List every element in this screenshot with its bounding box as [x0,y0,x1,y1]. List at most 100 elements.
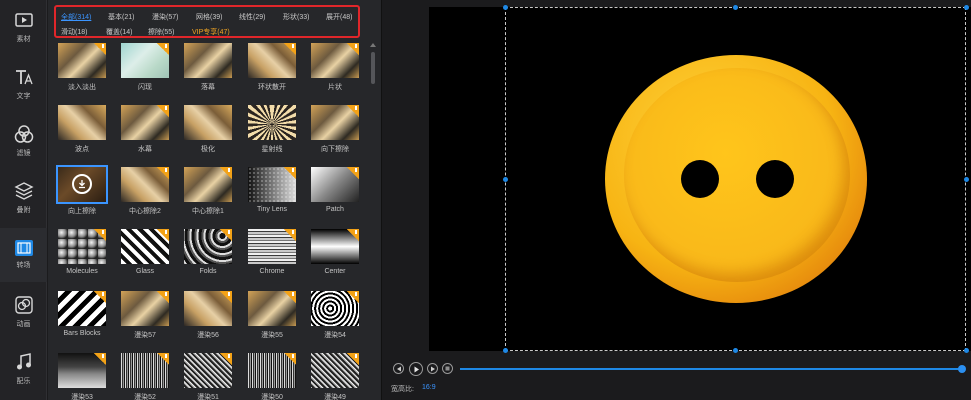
download-badge-icon [347,105,359,117]
transition-thumbnail[interactable] [56,165,108,204]
transition-thumbnail[interactable] [121,105,169,140]
transition-thumbnail[interactable] [311,291,359,326]
rail-item-filter[interactable]: 滤镜 [0,114,47,168]
download-badge-icon [284,291,296,303]
category-all[interactable]: 全部(314) [61,12,91,22]
playback-timeline[interactable] [460,368,960,370]
category-shape[interactable]: 形状(33) [283,12,309,22]
stop-button[interactable] [442,363,453,374]
transition-thumbnail[interactable] [121,291,169,326]
timeline-playhead[interactable] [958,365,966,373]
text-icon [14,67,34,87]
transition-thumbnail[interactable] [311,353,359,388]
resize-handle-top-left[interactable] [503,5,508,10]
transition-thumbnail[interactable] [121,43,169,78]
layers-icon [13,181,34,201]
panel-scrollbar[interactable] [369,44,377,396]
transition-thumbnail[interactable] [121,229,169,264]
rail-item-animation[interactable]: 动画 [0,285,47,339]
transition-thumbnail[interactable] [311,167,359,202]
rail-item-transition[interactable]: 转场 [0,228,47,282]
rail-item-music[interactable]: 配乐 [0,342,47,396]
transition-label: 漫染52 [134,394,156,400]
transition-thumbnail[interactable] [121,167,169,202]
transition-thumbnail[interactable] [248,43,296,78]
transition-label: 漫染55 [261,332,283,339]
transition-thumbnail[interactable] [184,167,232,202]
category-slide[interactable]: 滑动(18) [61,27,87,37]
selection-box[interactable] [505,7,966,351]
category-cover[interactable]: 覆盖(14) [106,27,132,37]
rail-item-overlay[interactable]: 叠附 [0,171,47,225]
transition-thumbnail[interactable] [184,353,232,388]
resize-handle-left[interactable] [503,177,508,182]
transition-label: 水幕 [138,146,152,153]
download-badge-icon [157,167,169,179]
transition-thumbnail[interactable] [248,353,296,388]
download-badge-icon [94,229,106,241]
transition-label: 漫染53 [71,394,93,400]
transition-label: 漫染56 [197,332,219,339]
play-button[interactable] [409,362,423,376]
transition-thumbnail[interactable] [58,105,106,140]
resize-handle-right[interactable] [964,177,969,182]
transition-label: Center [324,268,346,275]
previous-frame-button[interactable] [393,363,404,374]
transition-thumbnail[interactable] [248,105,296,140]
resize-handle-top-right[interactable] [964,5,969,10]
category-wipe[interactable]: 擦除(55) [148,27,174,37]
transition-thumbnail[interactable] [58,229,106,264]
transition-thumbnail[interactable] [184,291,232,326]
transition-thumbnail[interactable] [184,105,232,140]
transition-label: 片状 [328,84,342,91]
category-diffuse[interactable]: 漫染(57) [152,12,178,22]
transition-thumbnail[interactable] [184,229,232,264]
transition-label: Tiny Lens [256,206,288,213]
resize-handle-top[interactable] [733,5,738,10]
transition-label: 落幕 [201,84,215,91]
resize-handle-bottom-right[interactable] [964,348,969,353]
transition-label: Glass [136,268,154,275]
rail-label: 动画 [16,321,31,328]
resize-handle-bottom[interactable] [733,348,738,353]
transition-thumbnail[interactable] [121,353,169,388]
scroll-up-icon[interactable] [370,43,376,47]
transition-thumbnail[interactable] [184,43,232,78]
transition-label: Patch [326,206,344,213]
transition-thumbnail[interactable] [311,43,359,78]
scrollbar-thumb[interactable] [371,52,375,84]
transition-label: 漫染49 [324,394,346,400]
folder-play-icon [14,10,34,30]
rail-label: 转场 [16,262,31,269]
transition-label: 中心擦除2 [129,208,161,215]
category-expand[interactable]: 展开(48) [326,12,352,22]
category-grid[interactable]: 网格(39) [196,12,222,22]
category-linear[interactable]: 线性(29) [239,12,265,22]
transition-label: 漫染50 [261,394,283,400]
rail-item-text[interactable]: 文字 [0,57,47,111]
transition-thumbnail[interactable] [58,353,106,388]
transition-label: 漫染51 [197,394,219,400]
transition-thumbnail[interactable] [58,291,106,326]
play-icon [414,366,419,372]
transition-label: 漫染54 [324,332,346,339]
animation-icon [14,295,34,315]
category-basic[interactable]: 基本(21) [108,12,134,22]
transition-thumbnail[interactable] [248,291,296,326]
transition-thumbnail[interactable] [58,43,106,78]
download-icon[interactable] [72,174,92,194]
aspect-ratio-value[interactable]: 16:9 [422,384,436,391]
next-frame-button[interactable] [427,363,438,374]
transition-thumbnail[interactable] [311,105,359,140]
transition-label: 波点 [75,146,89,153]
resize-handle-bottom-left[interactable] [503,348,508,353]
rail-item-media[interactable]: 素材 [0,0,47,54]
download-badge-icon [94,353,106,365]
category-vip[interactable]: VIP专享(47) [192,27,230,37]
transition-thumbnail[interactable] [311,229,359,264]
music-note-icon [14,352,34,372]
transition-thumbnail[interactable] [248,167,296,202]
transition-label: 极化 [201,146,215,153]
transition-label: Folds [199,268,217,275]
transition-thumbnail[interactable] [248,229,296,264]
